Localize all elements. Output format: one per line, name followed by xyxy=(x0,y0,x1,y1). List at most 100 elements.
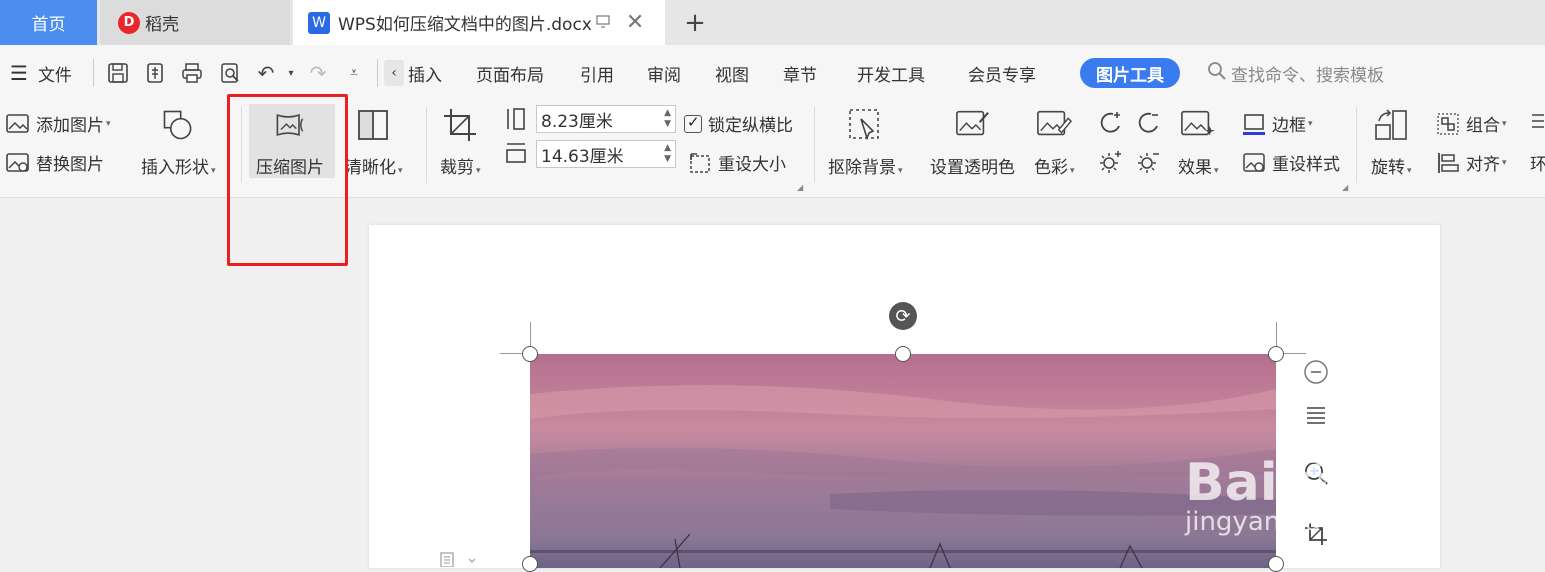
save-icon[interactable] xyxy=(105,60,131,86)
search-icon xyxy=(1207,61,1227,86)
menu-page-layout[interactable]: 页面布局 xyxy=(476,45,544,101)
set-transparent-color-button[interactable]: 设置透明色 xyxy=(930,101,1015,178)
group-label: 组合 xyxy=(1466,116,1500,136)
command-search[interactable]: 查找命令、搜索模板 xyxy=(1207,45,1384,101)
size-dialog-launcher-icon[interactable]: ◢ xyxy=(797,183,803,192)
rotate-handle-icon[interactable]: ⟳ xyxy=(889,302,917,330)
clarify-button[interactable]: 清晰化 ▾ xyxy=(345,101,403,178)
resize-handle-top-middle[interactable] xyxy=(895,346,911,362)
export-pdf-icon[interactable] xyxy=(142,60,168,86)
clarify-icon xyxy=(356,107,392,143)
set-transparent-color-icon xyxy=(955,107,991,143)
rotate-button[interactable]: 旋转 ▾ xyxy=(1371,101,1412,178)
close-tab-icon[interactable]: ✕ xyxy=(626,10,644,35)
reset-style-icon xyxy=(1242,151,1266,175)
zoom-out-icon[interactable] xyxy=(1298,354,1334,390)
crop-button[interactable]: 裁剪 ▾ xyxy=(440,101,481,178)
reset-size-button[interactable]: 重设大小 xyxy=(688,150,786,175)
increase-brightness-icon[interactable] xyxy=(1097,149,1123,175)
watermark-line-2: jingyan.baidu.com xyxy=(1185,507,1425,537)
resize-handle-top-left[interactable] xyxy=(522,346,538,362)
tab-home[interactable]: 首页 xyxy=(0,0,97,45)
width-value: 14.63厘米 xyxy=(541,146,624,167)
tab-bar: 首页 D 稻壳 W WPS如何压缩文档中的图片.docx ✕ + xyxy=(0,0,1545,45)
menu-divider xyxy=(93,59,94,87)
dropdown-arrow-icon: ▾ xyxy=(106,118,111,129)
width-spinner-icon[interactable]: ▲ ▼ xyxy=(664,143,671,165)
width-input[interactable]: 14.63厘米 ▲ ▼ xyxy=(536,140,676,168)
menu-insert[interactable]: 插入 xyxy=(408,45,442,101)
align-button[interactable]: 对齐 ▾ xyxy=(1436,150,1507,175)
menu-section[interactable]: 章节 xyxy=(783,45,817,101)
tab-daoke[interactable]: D 稻壳 xyxy=(100,0,290,45)
selected-picture[interactable] xyxy=(530,354,1276,568)
group-button[interactable]: 组合 ▾ xyxy=(1436,111,1507,136)
lock-ratio-checkbox[interactable]: 锁定纵横比 xyxy=(684,111,793,136)
wps-writer-icon: W xyxy=(308,11,330,34)
menu-divider xyxy=(377,59,378,87)
daoke-logo-icon: D xyxy=(118,11,140,34)
height-input[interactable]: 8.23厘米 ▲ ▼ xyxy=(536,105,676,133)
remove-background-button[interactable]: 抠除背景 ▾ xyxy=(828,101,903,178)
border-label: 边框 xyxy=(1272,116,1306,136)
menu-view[interactable]: 视图 xyxy=(715,45,749,101)
file-menu-label: 文件 xyxy=(37,65,72,86)
hamburger-icon: ☰ xyxy=(10,61,28,85)
tab-home-label: 首页 xyxy=(31,15,66,35)
replace-picture-button[interactable]: 替换图片 xyxy=(6,150,104,175)
ribbon-divider xyxy=(1356,107,1357,183)
print-icon[interactable] xyxy=(179,60,205,86)
align-icon xyxy=(1436,151,1460,175)
height-spinner-icon[interactable]: ▲ ▼ xyxy=(664,108,671,130)
border-button[interactable]: 边框 ▾ xyxy=(1242,111,1313,136)
style-dialog-launcher-icon[interactable]: ◢ xyxy=(1342,183,1348,192)
menu-developer[interactable]: 开发工具 xyxy=(857,45,925,101)
height-value: 8.23厘米 xyxy=(541,111,613,132)
new-tab-button[interactable]: + xyxy=(680,0,710,45)
layout-options-icon[interactable] xyxy=(1298,398,1334,434)
paragraph-options-icon[interactable] xyxy=(439,551,479,571)
wrap-icon[interactable] xyxy=(1530,111,1544,133)
resize-handle-top-right[interactable] xyxy=(1268,346,1284,362)
crop-label: 裁剪 xyxy=(440,158,474,178)
menu-review[interactable]: 审阅 xyxy=(647,45,681,101)
menu-member[interactable]: 会员专享 xyxy=(968,45,1036,101)
add-picture-button[interactable]: 添加图片 ▾ xyxy=(6,111,111,136)
picture-tools-label: 图片工具 xyxy=(1096,65,1164,86)
highlight-annotation-box xyxy=(227,94,348,266)
file-menu[interactable]: ☰ 文件 xyxy=(10,45,72,101)
decrease-brightness-icon[interactable] xyxy=(1135,149,1161,175)
menu-references[interactable]: 引用 xyxy=(580,45,614,101)
resize-handle-bottom-right[interactable] xyxy=(1268,556,1284,572)
group-icon xyxy=(1436,112,1460,136)
add-picture-icon xyxy=(6,112,30,136)
insert-shape-button[interactable]: 插入形状 ▾ xyxy=(141,101,216,178)
scroll-left-icon[interactable]: ‹ xyxy=(384,60,404,86)
undo-dropdown-icon[interactable]: ▾ xyxy=(278,60,304,86)
dropdown-arrow-icon: ▾ xyxy=(1308,118,1313,129)
border-icon xyxy=(1242,112,1266,136)
increase-contrast-icon[interactable] xyxy=(1097,110,1123,136)
resize-handle-bottom-left[interactable] xyxy=(522,556,538,572)
ribbon-divider xyxy=(426,107,427,183)
dropdown-arrow-icon: ▾ xyxy=(1407,166,1412,176)
effects-label: 效果 xyxy=(1178,158,1212,178)
reset-style-button[interactable]: 重设样式 xyxy=(1242,150,1340,175)
menu-bar: ☰ 文件 ↶ ▾ ↷ ⩡ ‹ 插入 页面布局 引用 审阅 视图 章节 开发工具 … xyxy=(0,45,1545,101)
color-button[interactable]: 色彩 ▾ xyxy=(1034,101,1075,178)
customize-toolbar-icon[interactable]: ⩡ xyxy=(341,60,367,86)
dropdown-arrow-icon: ▾ xyxy=(476,166,481,176)
redo-icon[interactable]: ↷ xyxy=(305,60,331,86)
reset-size-icon xyxy=(688,151,712,175)
rotate-icon xyxy=(1373,107,1409,143)
wrap-text-label: 环 xyxy=(1530,155,1545,175)
rotate-label: 旋转 xyxy=(1371,158,1405,178)
print-preview-icon[interactable] xyxy=(217,60,243,86)
tab-document[interactable]: W WPS如何压缩文档中的图片.docx ✕ xyxy=(293,0,665,45)
wrap-text-button[interactable]: 环 xyxy=(1530,150,1545,175)
undo-icon[interactable]: ↶ xyxy=(253,60,279,86)
decrease-contrast-icon[interactable] xyxy=(1135,110,1161,136)
effects-button[interactable]: 效果 ▾ xyxy=(1178,101,1219,178)
menu-picture-tools[interactable]: 图片工具 xyxy=(1080,58,1180,88)
monitor-icon xyxy=(596,14,610,32)
